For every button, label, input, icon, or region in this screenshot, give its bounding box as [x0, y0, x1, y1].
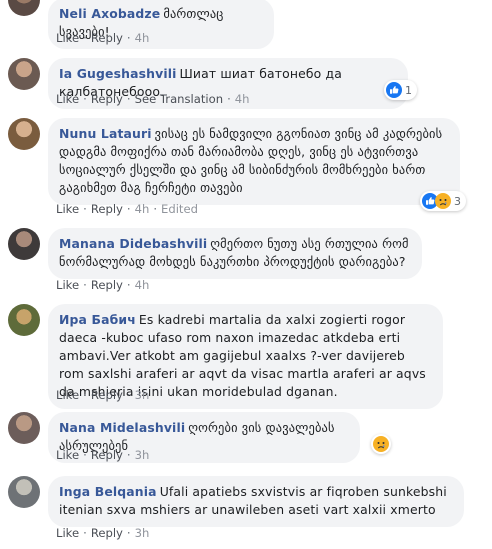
comment-bubble: Manana Didebashvili ღმერთო ნუთუ ასე რთული… [48, 228, 422, 279]
timestamp[interactable]: 4h [235, 92, 250, 106]
author-name[interactable]: Nana Midelashvili [59, 420, 185, 435]
comment-actions: Like · Reply · 3h [56, 388, 150, 402]
author-name[interactable]: Neli Axobadze [59, 6, 160, 21]
author-name[interactable]: Inga Belqania [59, 484, 157, 499]
like-button[interactable]: Like [56, 388, 79, 402]
see-translation-button[interactable]: See Translation [135, 92, 223, 106]
author-name[interactable]: Ia Gugeshashvili [59, 66, 177, 81]
edited-label[interactable]: Edited [161, 202, 198, 216]
comment-bubble: Inga Belqania Ufali apatiebs sxvistvis ar… [48, 476, 464, 527]
reaction-count: 3 [454, 194, 461, 208]
reaction-summary[interactable]: 1 [384, 80, 417, 100]
timestamp[interactable]: 3h [135, 448, 150, 462]
like-icon [386, 82, 402, 98]
like-button[interactable]: Like [56, 202, 79, 216]
author-name[interactable]: Nunu Latauri [59, 126, 152, 141]
reaction-summary[interactable]: 3 [420, 191, 466, 211]
like-button[interactable]: Like [56, 526, 79, 540]
comment-actions: Like · Reply · 3h [56, 526, 150, 540]
like-button[interactable]: Like [56, 31, 79, 45]
comment-actions: Like · Reply · 4h [56, 31, 150, 45]
timestamp[interactable]: 4h [135, 202, 150, 216]
avatar[interactable] [8, 228, 40, 260]
timestamp[interactable]: 4h [135, 31, 150, 45]
author-name[interactable]: Ира Бабич [59, 312, 136, 327]
reply-button[interactable]: Reply [91, 526, 123, 540]
timestamp[interactable]: 3h [135, 526, 150, 540]
timestamp[interactable]: 4h [135, 278, 150, 292]
like-button[interactable]: Like [56, 448, 79, 462]
avatar[interactable] [8, 0, 40, 16]
avatar[interactable] [8, 304, 40, 336]
author-name[interactable]: Manana Didebashvili [59, 236, 207, 251]
avatar[interactable] [8, 58, 40, 90]
avatar[interactable] [8, 118, 40, 150]
reply-button[interactable]: Reply [91, 388, 123, 402]
avatar[interactable] [8, 412, 40, 444]
comment-actions: Like · Reply · 3h [56, 448, 150, 462]
reply-button[interactable]: Reply [91, 31, 123, 45]
reply-button[interactable]: Reply [91, 448, 123, 462]
like-button[interactable]: Like [56, 278, 79, 292]
comment-actions: Like · Reply · 4h · Edited [56, 202, 198, 216]
sad-icon [435, 193, 451, 209]
timestamp[interactable]: 3h [135, 388, 150, 402]
comment-actions: Like · Reply · See Translation · 4h [56, 92, 250, 106]
avatar[interactable] [8, 476, 40, 508]
reply-button[interactable]: Reply [91, 202, 123, 216]
comment-bubble: Nunu Latauri ვისაც ეს ნამდვილი გგონიათ ვი… [48, 118, 460, 205]
like-button[interactable]: Like [56, 92, 79, 106]
reaction-count: 1 [405, 83, 412, 97]
reply-button[interactable]: Reply [91, 92, 123, 106]
sad-icon [373, 436, 389, 452]
reply-button[interactable]: Reply [91, 278, 123, 292]
reaction-summary[interactable] [371, 434, 391, 454]
comment-actions: Like · Reply · 4h [56, 278, 150, 292]
